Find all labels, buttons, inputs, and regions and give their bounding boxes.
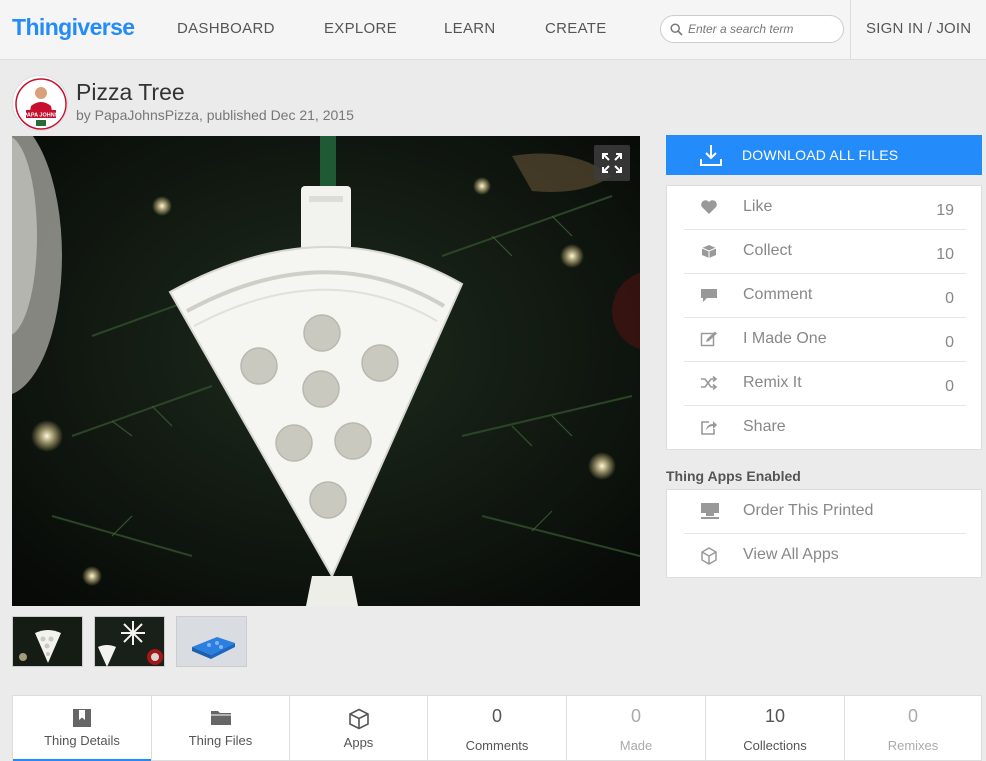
app-label: Order This Printed [743, 502, 874, 519]
view-all-apps[interactable]: View All Apps [684, 534, 966, 578]
thing-tabs: Thing Details Thing Files Apps 0 Comment… [12, 695, 982, 761]
signin-link[interactable]: SIGN IN / JOIN [866, 20, 971, 37]
share-action[interactable]: Share [684, 406, 966, 450]
tab-label: Remixes [887, 738, 939, 753]
remix-count: 0 [945, 378, 954, 395]
thumbnail-1[interactable] [12, 616, 83, 667]
search-icon [670, 23, 683, 36]
action-label: Comment [743, 286, 813, 303]
thing-apps-heading: Thing Apps Enabled [666, 468, 801, 484]
main-photo[interactable] [12, 136, 640, 606]
tab-label: Collections [743, 738, 807, 753]
collect-count: 10 [936, 246, 954, 263]
tab-collections[interactable]: 10 Collections [706, 696, 845, 761]
app-label: View All Apps [743, 546, 839, 563]
details-icon [73, 709, 91, 727]
tab-remixes[interactable]: 0 Remixes [845, 696, 981, 761]
heart-icon [701, 200, 717, 214]
header-divider [850, 0, 851, 60]
folder-icon [210, 711, 231, 725]
tab-label: Thing Details [44, 733, 120, 748]
fullscreen-button[interactable] [594, 145, 630, 181]
thumbnail-3[interactable] [176, 616, 247, 667]
thumbnail-2[interactable] [94, 616, 165, 667]
expand-icon [602, 153, 622, 173]
order-printed-app[interactable]: Order This Printed [684, 490, 966, 534]
i-made-one-action[interactable]: I Made One 0 [684, 318, 966, 362]
like-action[interactable]: Like 19 [684, 186, 966, 230]
download-icon [700, 145, 722, 166]
collect-action[interactable]: Collect 10 [684, 230, 966, 274]
share-icon [701, 421, 717, 435]
like-count: 19 [936, 202, 954, 219]
download-all-files-button[interactable]: DOWNLOAD ALL FILES [666, 135, 982, 175]
thumb-pizza-image [13, 617, 82, 666]
tab-thing-files[interactable]: Thing Files [152, 696, 290, 761]
made-count: 0 [945, 334, 954, 351]
comments-count: 0 [491, 706, 502, 726]
tab-apps[interactable]: Apps [290, 696, 428, 761]
papa-johns-avatar-image: PAPA JOHNS [15, 78, 67, 130]
pizza-ornament-photo [12, 136, 640, 606]
remix-it-action[interactable]: Remix It 0 [684, 362, 966, 406]
download-label: DOWNLOAD ALL FILES [742, 147, 899, 163]
nav-explore[interactable]: EXPLORE [324, 20, 397, 37]
action-label: Like [743, 198, 773, 215]
thumb-snowflake-image [95, 617, 164, 666]
nav-dashboard[interactable]: DASHBOARD [177, 20, 275, 37]
tab-label: Made [619, 738, 653, 753]
thing-apps-panel: Order This Printed View All Apps [666, 489, 982, 578]
remix-icon [701, 375, 718, 391]
thingiverse-logo[interactable]: Thingiverse [12, 14, 135, 41]
action-label: I Made One [743, 330, 827, 347]
made-icon [700, 331, 717, 347]
avatar-brand: PAPA JOHNS [24, 113, 59, 119]
site-header: Thingiverse DASHBOARD EXPLORE LEARN CREA… [0, 0, 986, 60]
tab-comments[interactable]: 0 Comments [428, 696, 567, 761]
collect-icon [701, 245, 717, 258]
page-title: Pizza Tree [76, 79, 185, 105]
comment-action[interactable]: Comment 0 [684, 274, 966, 318]
collections-count: 10 [764, 706, 786, 726]
tab-label: Apps [343, 735, 374, 750]
nav-learn[interactable]: LEARN [444, 20, 496, 37]
search-input[interactable] [688, 20, 838, 38]
tab-label: Thing Files [188, 733, 253, 748]
printer-icon [701, 503, 719, 519]
made-count: 0 [630, 706, 641, 726]
thing-actions-panel: Like 19 Collect 10 Comment 0 I Made One … [666, 185, 982, 450]
tab-label: Comments [465, 738, 529, 753]
tab-thing-details[interactable]: Thing Details [13, 696, 152, 761]
remixes-count: 0 [907, 706, 918, 726]
creator-avatar[interactable]: PAPA JOHNS [12, 75, 68, 131]
thumb-model-image [177, 617, 246, 666]
action-label: Collect [743, 242, 792, 259]
action-label: Share [743, 418, 786, 435]
tab-made[interactable]: 0 Made [567, 696, 706, 761]
action-label: Remix It [743, 374, 802, 391]
comment-count: 0 [945, 290, 954, 307]
byline: by PapaJohnsPizza, published Dec 21, 201… [76, 107, 354, 123]
nav-create[interactable]: CREATE [545, 20, 607, 37]
comment-icon [701, 289, 717, 302]
cube-icon [348, 708, 369, 730]
cube-icon [701, 547, 717, 565]
search-box[interactable] [660, 15, 844, 43]
